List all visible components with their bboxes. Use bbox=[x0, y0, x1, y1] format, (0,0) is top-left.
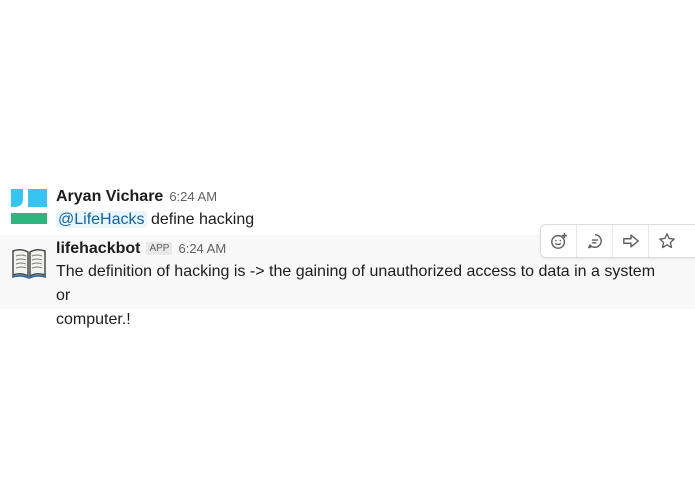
message-actions-toolbar bbox=[540, 224, 695, 258]
message-line-1: The definition of hacking is -> the gain… bbox=[56, 263, 656, 304]
mention-link[interactable]: @LifeHacks bbox=[56, 211, 147, 228]
share-message-button[interactable] bbox=[613, 225, 649, 257]
user-avatar[interactable] bbox=[10, 188, 48, 226]
message-body: define hacking bbox=[150, 211, 255, 228]
add-reaction-button[interactable] bbox=[541, 225, 577, 257]
message-line-2: computer.! bbox=[56, 311, 131, 328]
reply-in-thread-button[interactable] bbox=[577, 225, 613, 257]
save-message-button[interactable] bbox=[649, 225, 685, 257]
timestamp[interactable]: 6:24 AM bbox=[178, 241, 226, 256]
timestamp[interactable]: 6:24 AM bbox=[169, 189, 217, 204]
reply-in-thread-icon bbox=[587, 233, 602, 249]
message-header: lifehackbot APP 6:24 AM bbox=[56, 240, 226, 258]
share-message-icon bbox=[622, 234, 639, 248]
message-text: The definition of hacking is -> the gain… bbox=[56, 260, 656, 332]
app-badge: APP bbox=[146, 242, 173, 255]
sender-name[interactable]: lifehackbot bbox=[56, 240, 140, 258]
message-header: Aryan Vichare 6:24 AM bbox=[56, 188, 217, 206]
open-book-icon[interactable] bbox=[10, 243, 48, 281]
add-reaction-icon bbox=[550, 232, 567, 249]
sender-name[interactable]: Aryan Vichare bbox=[56, 188, 163, 206]
save-star-icon bbox=[659, 233, 675, 249]
